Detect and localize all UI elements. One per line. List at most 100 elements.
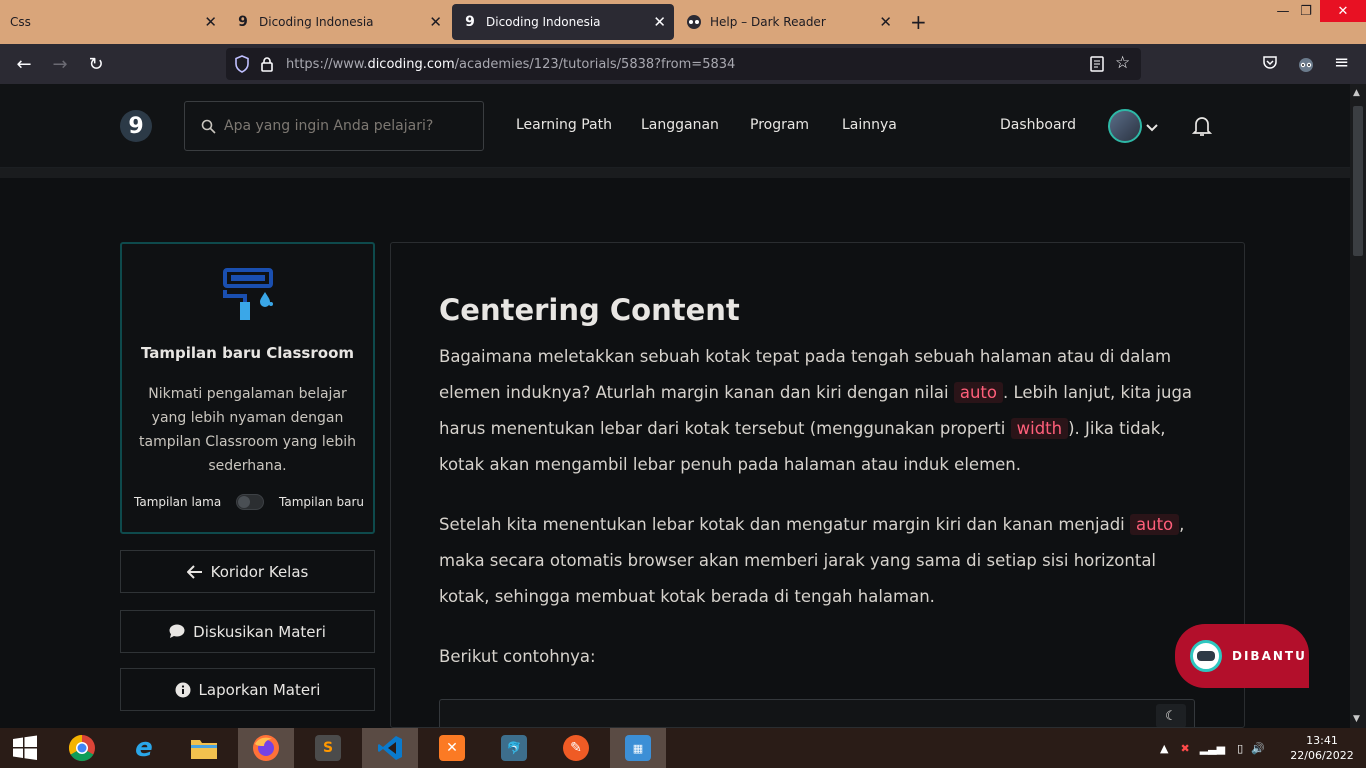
laporkan-materi-button[interactable]: Laporkan Materi xyxy=(120,668,375,711)
article-paragraph-1: Bagaimana meletakkan sebuah kotak tepat … xyxy=(439,347,1193,474)
back-icon[interactable]: ← xyxy=(12,52,36,76)
browser-nav-bar: ← → ↻ https://www.dicoding.com/academies… xyxy=(0,44,1366,84)
hamburger-menu-icon[interactable]: ≡ xyxy=(1334,52,1349,73)
show-hidden-icons-icon[interactable]: ▲ xyxy=(1160,742,1168,755)
volume-icon[interactable]: 🔊 xyxy=(1251,742,1265,755)
scroll-up-icon[interactable]: ▲ xyxy=(1353,88,1360,98)
dicoding-logo[interactable]: 9 xyxy=(120,110,152,142)
view-toggle-row: Tampilan lama Tampilan baru xyxy=(134,494,364,510)
clock-date: 22/06/2022 xyxy=(1290,749,1354,762)
reader-view-icon[interactable] xyxy=(1090,56,1104,76)
xampp-icon[interactable]: ✕ xyxy=(424,728,480,768)
inline-code-auto: auto xyxy=(1130,514,1180,535)
bookmark-star-icon[interactable]: ☆ xyxy=(1115,53,1130,73)
koridor-kelas-button[interactable]: Koridor Kelas xyxy=(120,550,375,593)
battery-icon[interactable]: ▯ xyxy=(1237,742,1243,755)
bell-icon[interactable] xyxy=(1191,115,1213,141)
paint-roller-icon xyxy=(223,268,275,326)
windows-start-icon[interactable] xyxy=(0,728,50,768)
tab-title: Help – Dark Reader xyxy=(710,15,826,29)
arrow-left-icon xyxy=(186,564,203,579)
pocket-icon[interactable] xyxy=(1262,55,1278,75)
close-icon[interactable]: ✕ xyxy=(653,13,666,31)
chevron-down-icon[interactable] xyxy=(1146,118,1158,137)
dark-reader-extension-icon[interactable] xyxy=(1297,55,1315,77)
help-label: DIBANTU xyxy=(1232,649,1307,663)
browser-tab-bar: Css ✕ 9 Dicoding Indonesia ✕ 9 Dicoding … xyxy=(0,0,1366,44)
toggle-label-new: Tampilan baru xyxy=(279,495,364,509)
reload-icon[interactable]: ↻ xyxy=(84,52,108,76)
koridor-kelas-label: Koridor Kelas xyxy=(210,562,309,581)
new-tab-button[interactable]: + xyxy=(910,10,927,34)
tab-title: Dicoding Indonesia xyxy=(259,15,374,29)
control-panel-icon[interactable]: ▦ xyxy=(610,728,666,768)
code-example-box: ☾ xyxy=(439,699,1195,727)
classroom-promo-card: Tampilan baru Classroom Nikmati pengalam… xyxy=(120,242,375,534)
browser-tab-dicoding-1[interactable]: 9 Dicoding Indonesia ✕ xyxy=(225,0,450,44)
window-close-icon[interactable]: ✕ xyxy=(1320,0,1366,22)
firefox-icon[interactable] xyxy=(238,728,294,768)
network-disconnected-icon[interactable]: ✖ xyxy=(1180,742,1189,755)
restore-icon[interactable]: ❐ xyxy=(1296,0,1316,22)
header-divider xyxy=(0,168,1350,178)
close-icon[interactable]: ✕ xyxy=(879,13,892,31)
postman-icon[interactable]: ✎ xyxy=(548,728,604,768)
vscode-icon[interactable] xyxy=(362,728,418,768)
moon-icon[interactable]: ☾ xyxy=(1156,704,1186,727)
diskusikan-materi-label: Diskusikan Materi xyxy=(193,622,326,641)
scroll-thumb[interactable] xyxy=(1353,106,1363,256)
promo-title: Tampilan baru Classroom xyxy=(140,344,355,362)
chrome-icon[interactable] xyxy=(54,728,110,768)
lock-icon[interactable] xyxy=(260,56,274,76)
nav-dashboard[interactable]: Dashboard xyxy=(1000,117,1076,133)
close-icon[interactable]: ✕ xyxy=(204,13,217,31)
browser-tab-dark-reader[interactable]: Help – Dark Reader ✕ xyxy=(676,0,900,44)
page-scrollbar[interactable]: ▲ ▼ xyxy=(1350,84,1366,728)
tab-title: Css xyxy=(10,15,31,29)
diskusikan-materi-button[interactable]: Diskusikan Materi xyxy=(120,610,375,653)
forward-icon[interactable]: → xyxy=(48,52,72,76)
promo-description: Nikmati pengalaman belajar yang lebih ny… xyxy=(139,386,356,474)
system-tray: ▲ ✖ ▂▃▅ ▯ 🔊 xyxy=(1160,728,1265,768)
signal-icon[interactable]: ▂▃▅ xyxy=(1200,742,1225,755)
nav-langganan[interactable]: Langganan xyxy=(641,117,719,133)
toggle-label-old: Tampilan lama xyxy=(134,495,222,509)
info-circle-icon xyxy=(175,682,191,698)
search-box[interactable] xyxy=(184,101,484,151)
article-content: Centering Content Bagaimana meletakkan s… xyxy=(390,242,1245,728)
nav-program[interactable]: Program xyxy=(750,117,809,133)
scroll-down-icon[interactable]: ▼ xyxy=(1353,714,1360,724)
chat-bubble-icon xyxy=(169,624,185,639)
article-paragraph-3: Berikut contohnya: xyxy=(439,647,596,666)
dicoding-icon: 9 xyxy=(238,14,248,30)
dicoding-icon: 9 xyxy=(465,14,475,30)
browser-tab-dicoding-active[interactable]: 9 Dicoding Indonesia ✕ xyxy=(452,4,674,40)
file-explorer-icon[interactable] xyxy=(176,728,232,768)
sublime-text-icon[interactable]: S xyxy=(300,728,356,768)
minimize-icon[interactable]: — xyxy=(1272,0,1294,22)
avatar[interactable] xyxy=(1108,109,1142,143)
help-chat-button[interactable]: DIBANTU xyxy=(1175,624,1309,688)
browser-tab-css[interactable]: Css ✕ xyxy=(0,0,225,44)
url-text: https://www.dicoding.com/academies/123/t… xyxy=(286,56,736,72)
article-paragraph-2: Setelah kita menentukan lebar kotak dan … xyxy=(439,514,1185,606)
mysql-workbench-icon[interactable]: 🐬 xyxy=(486,728,542,768)
chatbot-icon xyxy=(1190,640,1222,672)
windows-taskbar: e S ✕ 🐬 ✎ ▦ ▲ ✖ ▂▃▅ ▯ 🔊 13:41 22/06/2022 xyxy=(0,728,1366,768)
nav-lainnya[interactable]: Lainnya xyxy=(842,117,897,133)
shield-icon[interactable] xyxy=(234,55,250,77)
clock-time: 13:41 xyxy=(1306,734,1338,747)
article-title: Centering Content xyxy=(439,293,740,327)
close-icon[interactable]: ✕ xyxy=(429,13,442,31)
tab-title: Dicoding Indonesia xyxy=(486,15,601,29)
nav-learning-path[interactable]: Learning Path xyxy=(516,117,612,133)
inline-code-auto: auto xyxy=(953,382,1003,403)
inline-code-width: width xyxy=(1010,418,1069,439)
search-input[interactable] xyxy=(224,118,464,134)
view-toggle-switch[interactable] xyxy=(236,494,265,510)
internet-explorer-icon[interactable]: e xyxy=(116,728,172,768)
laporkan-materi-label: Laporkan Materi xyxy=(198,680,321,699)
dark-reader-icon xyxy=(686,14,702,30)
address-bar[interactable]: https://www.dicoding.com/academies/123/t… xyxy=(226,48,1141,80)
taskbar-clock[interactable]: 13:41 22/06/2022 xyxy=(1282,733,1362,763)
